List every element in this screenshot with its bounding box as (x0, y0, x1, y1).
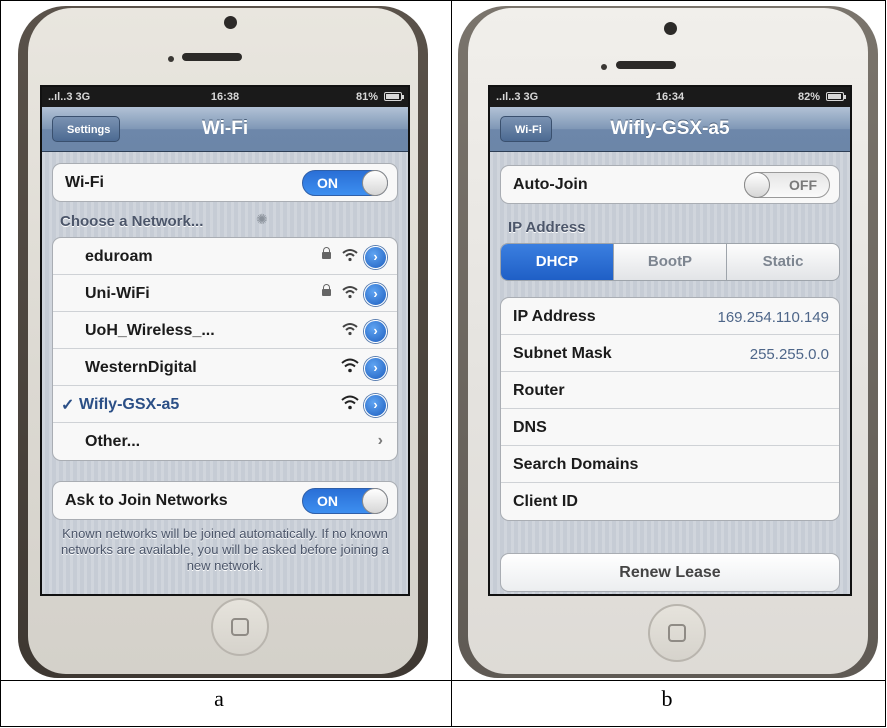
choose-network-header: Choose a Network... (60, 213, 204, 230)
page-title: Wifly-GSX-a5 (610, 118, 730, 139)
wifi-toggle-group: Wi-Fi ON (52, 163, 398, 202)
screen-a: ..ıl..3 3G 16:38 81% Settings Wi-Fi Wi-F… (40, 85, 410, 596)
network-row-wifly-gsx-a5[interactable]: ✓ Wifly-GSX-a5 › (53, 386, 397, 423)
status-time: 16:38 (210, 91, 240, 103)
battery-icon (384, 92, 404, 101)
sensor-dot (168, 56, 174, 62)
ask-toggle-text: ON (317, 493, 338, 509)
detail-disclosure-icon[interactable]: › (364, 320, 387, 343)
sensor-dot (601, 64, 607, 70)
camera-icon (664, 22, 677, 35)
segment-static[interactable]: Static (727, 244, 839, 280)
detail-label: Search Domains (513, 456, 639, 473)
ip-mode-segmented-control: DHCP BootP Static (500, 243, 840, 281)
segment-bootp[interactable]: BootP (614, 244, 727, 280)
network-name: eduroam (85, 248, 153, 265)
wifi-toggle[interactable]: ON (302, 170, 388, 196)
ask-to-join-group: Ask to Join Networks ON (52, 481, 398, 520)
other-network-label: Other... (85, 433, 141, 450)
wifi-toggle-text: ON (317, 175, 338, 191)
home-button[interactable] (648, 604, 706, 662)
detail-row-router[interactable]: Router (501, 372, 839, 409)
detail-value: 255.255.0.0 (749, 346, 829, 363)
loading-spinner-icon: ✺ (256, 211, 268, 227)
network-row-uoh-wireless[interactable]: UoH_Wireless_... › (53, 312, 397, 349)
wifi-signal-icon (342, 249, 358, 262)
network-name: UoH_Wireless_... (85, 322, 215, 339)
network-row-eduroam[interactable]: eduroam › (53, 238, 397, 275)
detail-row-ip-address: IP Address 169.254.110.149 (501, 298, 839, 335)
home-button[interactable] (211, 598, 269, 656)
caption-a: a (214, 686, 224, 711)
auto-join-label: Auto-Join (513, 176, 588, 193)
detail-row-dns[interactable]: DNS (501, 409, 839, 446)
chevron-right-icon: › (377, 432, 383, 449)
network-row-westerndigital[interactable]: WesternDigital › (53, 349, 397, 386)
detail-label: Client ID (513, 493, 578, 510)
wifi-row: Wi-Fi ON (53, 164, 397, 201)
network-list: eduroam › Uni-WiFi › UoH_Wireless_... › … (52, 237, 398, 461)
detail-disclosure-icon[interactable]: › (364, 283, 387, 306)
detail-row-search-domains[interactable]: Search Domains (501, 446, 839, 483)
network-row-other[interactable]: Other... › (53, 423, 397, 460)
auto-join-toggle[interactable]: OFF (744, 172, 830, 198)
ask-to-join-footnote: Known networks will be joined automatica… (60, 526, 390, 573)
caption-b: b (661, 686, 673, 711)
lock-icon (322, 284, 331, 296)
detail-value: 169.254.110.149 (717, 309, 830, 326)
battery-percent: 82% (797, 91, 820, 103)
auto-join-row: Auto-Join OFF (501, 166, 839, 203)
ask-to-join-label: Ask to Join Networks (65, 492, 228, 509)
page-title: Wi-Fi (201, 118, 249, 139)
detail-label: IP Address (513, 308, 596, 325)
ask-to-join-toggle[interactable]: ON (302, 488, 388, 514)
detail-row-subnet-mask: Subnet Mask 255.255.0.0 (501, 335, 839, 372)
screen-b: ..ıl..3 3G 16:34 82% Wi-Fi Wifly-GSX-a5 … (488, 85, 852, 596)
toggle-knob (362, 488, 388, 514)
battery-percent: 81% (355, 91, 378, 103)
detail-disclosure-icon[interactable]: › (364, 357, 387, 380)
battery-icon (826, 92, 846, 101)
segment-dhcp[interactable]: DHCP (501, 244, 614, 280)
auto-join-group: Auto-Join OFF (500, 165, 840, 204)
detail-label: DNS (513, 419, 547, 436)
nav-bar: Wi-Fi Wifly-GSX-a5 (490, 107, 850, 152)
ask-to-join-row: Ask to Join Networks ON (53, 482, 397, 519)
wifi-signal-icon (342, 323, 358, 336)
camera-icon (224, 16, 237, 29)
wifi-signal-icon (341, 358, 359, 373)
network-name: Uni-WiFi (85, 285, 150, 302)
toggle-knob (744, 172, 770, 198)
network-name: Wifly-GSX-a5 (79, 396, 180, 413)
speaker-grille (616, 61, 676, 69)
status-time: 16:34 (655, 91, 685, 103)
toggle-knob (362, 170, 388, 196)
speaker-grille (182, 53, 242, 61)
network-name: WesternDigital (85, 359, 197, 376)
detail-disclosure-icon[interactable]: › (364, 246, 387, 269)
status-bar: ..ıl..3 3G 16:38 81% (42, 87, 408, 107)
status-bar: ..ıl..3 3G 16:34 82% (490, 87, 850, 107)
network-row-uni-wifi[interactable]: Uni-WiFi › (53, 275, 397, 312)
checkmark-icon: ✓ (61, 397, 75, 414)
detail-row-client-id[interactable]: Client ID (501, 483, 839, 520)
ip-address-header: IP Address (508, 219, 586, 236)
detail-label: Router (513, 382, 565, 399)
table-divider-horizontal (0, 680, 886, 681)
detail-label: Subnet Mask (513, 345, 612, 362)
lock-icon (322, 247, 331, 259)
auto-join-toggle-text: OFF (789, 177, 817, 193)
renew-lease-button[interactable]: Renew Lease (500, 553, 840, 592)
nav-bar: Settings Wi-Fi (42, 107, 408, 152)
wifi-signal-icon (341, 395, 359, 410)
wifi-signal-icon (342, 286, 358, 299)
detail-disclosure-icon[interactable]: › (364, 394, 387, 417)
ip-details-group: IP Address 169.254.110.149 Subnet Mask 2… (500, 297, 840, 521)
table-divider-vertical (451, 0, 452, 727)
wifi-row-label: Wi-Fi (65, 174, 104, 191)
